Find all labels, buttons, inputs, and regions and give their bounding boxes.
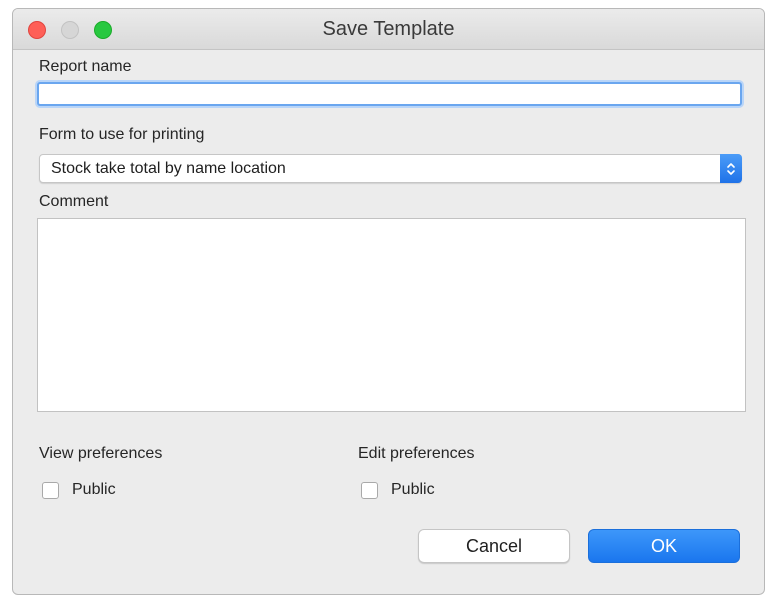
window-title: Save Template <box>322 18 455 40</box>
print-form-select[interactable]: Stock take total by name location <box>39 154 742 183</box>
view-public-label: Public <box>72 481 116 498</box>
updown-chevron-icon[interactable] <box>720 154 742 183</box>
comment-textarea[interactable] <box>37 218 746 412</box>
edit-public-label: Public <box>391 481 435 498</box>
comment-label: Comment <box>39 193 109 210</box>
edit-preferences-label: Edit preferences <box>358 445 475 462</box>
edit-public-checkbox[interactable] <box>361 482 378 499</box>
report-name-label: Report name <box>39 58 132 75</box>
print-form-selected-value: Stock take total by name location <box>51 160 286 177</box>
title-bar: Save Template <box>13 9 764 50</box>
view-preferences-label: View preferences <box>39 445 163 462</box>
save-template-dialog: Save Template Report name Form to use fo… <box>12 8 765 595</box>
cancel-button[interactable]: Cancel <box>418 529 570 563</box>
print-form-label: Form to use for printing <box>39 126 205 143</box>
report-name-input[interactable] <box>37 82 742 106</box>
view-public-checkbox[interactable] <box>42 482 59 499</box>
ok-button[interactable]: OK <box>588 529 740 563</box>
